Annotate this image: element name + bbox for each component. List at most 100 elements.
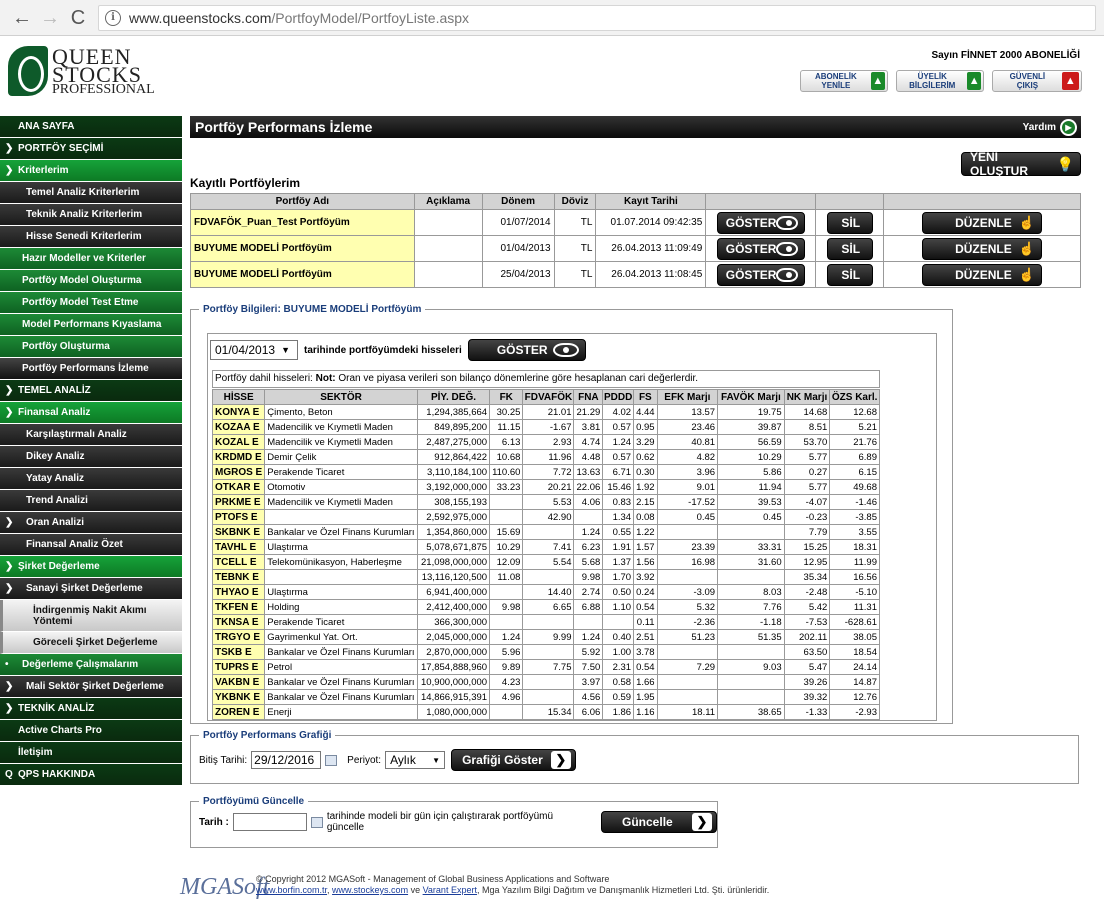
sidebar-item-17[interactable]: Trend Analizi	[0, 490, 182, 512]
stock-code[interactable]: TAVHL E	[211, 539, 266, 555]
sidebar-item-16[interactable]: Yatay Analiz	[0, 468, 182, 490]
sidebar-item-28[interactable]: İletişim	[0, 742, 182, 764]
metric-value: 16.56	[829, 569, 880, 585]
stock-code[interactable]: KOZAL E	[211, 434, 266, 450]
sidebar-item-13[interactable]: ❯ Finansal Analiz	[0, 402, 182, 424]
sidebar-item-8[interactable]: Portföy Model Test Etme	[0, 292, 182, 314]
show-portfolio-button[interactable]: GÖSTER	[716, 211, 805, 234]
holdings-date-select[interactable]: 01/04/2013 ▼	[210, 340, 298, 360]
address-bar[interactable]: i www.queenstocks.com/PortfoyModel/Portf…	[98, 4, 1096, 31]
show-portfolio-button[interactable]: GÖSTER	[716, 263, 805, 286]
sidebar-item-25[interactable]: ❯ Mali Sektör Şirket Değerleme	[0, 676, 182, 698]
sidebar-item-24[interactable]: • Değerleme Çalışmalarım	[0, 654, 182, 676]
sidebar-menu: ANA SAYFA ❯ PORTFÖY SEÇİMİ ❯ Kriterlerim Teme…	[0, 116, 182, 786]
edit-portfolio-button[interactable]: DÜZENLE ☝	[922, 263, 1043, 286]
info-icon[interactable]: i	[105, 9, 121, 26]
metric-value: 2,487,275,000	[416, 434, 491, 450]
stock-code[interactable]: TEBNK E	[211, 569, 266, 585]
stock-code[interactable]: TUPRS E	[211, 659, 266, 675]
sidebar-item-5[interactable]: Hisse Senedi Kriterlerim	[0, 226, 182, 248]
stock-code[interactable]: PTOFS E	[211, 509, 266, 525]
sidebar-item-11[interactable]: Portföy Performans İzleme	[0, 358, 182, 380]
help-button[interactable]: Yardım ▶	[1023, 118, 1081, 136]
sidebar-item-22[interactable]: İndirgenmiş Nakit Akımı Yöntemi	[0, 600, 182, 632]
membership-info-button[interactable]: ÜYELİK BİLGİLERİM ▲	[896, 70, 984, 92]
stock-code[interactable]: OTKAR E	[211, 479, 266, 495]
stock-code[interactable]: KRDMD E	[211, 449, 266, 465]
sidebar-item-0[interactable]: ANA SAYFA	[0, 116, 182, 138]
metric-value	[656, 569, 719, 585]
stockeys-link[interactable]: www.stockeys.com	[332, 885, 408, 895]
stock-code[interactable]: PRKME E	[211, 494, 266, 510]
show-chart-button[interactable]: Grafiği Göster ❯	[451, 749, 576, 771]
stock-code[interactable]: TKNSA E	[211, 614, 266, 630]
sidebar-item-23[interactable]: Göreceli Şirket Değerleme	[0, 632, 182, 654]
calendar-icon[interactable]	[325, 754, 338, 766]
sidebar-item-15[interactable]: Dikey Analiz	[0, 446, 182, 468]
delete-portfolio-button[interactable]: SİL	[826, 211, 873, 234]
queenstocks-logo[interactable]: QUEEN STOCKS PROFESSIONAL	[8, 44, 158, 100]
stock-code[interactable]: MGROS E	[211, 464, 266, 480]
sidebar-item-26[interactable]: ❯ TEKNİK ANALİZ	[0, 698, 182, 720]
sidebar-item-18[interactable]: ❯ Oran Analizi	[0, 512, 182, 534]
back-icon[interactable]: ←	[8, 8, 36, 28]
varant-expert-link[interactable]: Varant Expert	[423, 885, 477, 895]
stock-code[interactable]: TRGYO E	[211, 629, 266, 645]
period-value: Aylık	[390, 753, 416, 767]
stock-code[interactable]: TKFEN E	[211, 599, 266, 615]
sidebar-item-label: Hazır Modeller ve Kriterler	[22, 253, 146, 264]
sidebar-item-9[interactable]: Model Performans Kıyaslama	[0, 314, 182, 336]
stock-code[interactable]: SKBNK E	[211, 524, 266, 540]
delete-portfolio-button[interactable]: SİL	[826, 263, 873, 286]
metric-value: -1.46	[829, 494, 880, 510]
delete-portfolio-button[interactable]: SİL	[826, 237, 873, 260]
sidebar-item-4[interactable]: Teknik Analiz Kriterlerim	[0, 204, 182, 226]
show-holdings-button[interactable]: GÖSTER	[467, 339, 586, 361]
sidebar-item-19[interactable]: Finansal Analiz Özet	[0, 534, 182, 556]
renew-subscription-button[interactable]: ABONELİK YENİLE ▲	[800, 70, 888, 92]
footer-rest: , Mga Yazılım Bilgi Dağıtım ve Danışmanl…	[476, 885, 770, 895]
update-date-input[interactable]	[232, 813, 307, 831]
sidebar-item-20[interactable]: ❯ Şirket Değerleme	[0, 556, 182, 578]
stock-code[interactable]: TCELL E	[211, 554, 266, 570]
reload-icon[interactable]: C	[64, 8, 92, 28]
sidebar-item-12[interactable]: ❯ TEMEL ANALİZ	[0, 380, 182, 402]
sidebar-item-21[interactable]: ❯ Sanayi Şirket Değerleme	[0, 578, 182, 600]
stock-code[interactable]: TSKB E	[211, 644, 266, 660]
update-button[interactable]: Güncelle ❯	[601, 811, 717, 833]
calendar-icon[interactable]	[310, 816, 323, 828]
portfolio-name[interactable]: BUYUME MODELİ Portföyüm	[190, 235, 415, 262]
holding-row: TRGYO E Gayrimenkul Yat. Ort. 2,045,000,00…	[211, 629, 880, 645]
sidebar-item-1[interactable]: ❯ PORTFÖY SEÇİMİ	[0, 138, 182, 160]
metric-value: 8.51	[783, 419, 831, 435]
stock-code[interactable]: KOZAA E	[211, 419, 266, 435]
stock-code[interactable]: KONYA E	[211, 404, 266, 420]
portfolio-name[interactable]: FDVAFÖK_Puan_Test Portföyüm	[190, 209, 415, 236]
sidebar-item-6[interactable]: Hazır Modeller ve Kriterler	[0, 248, 182, 270]
sidebar-item-7[interactable]: Portföy Model Oluşturma	[0, 270, 182, 292]
sector: Petrol	[264, 659, 418, 675]
sidebar-item-14[interactable]: Karşılaştırmalı Analiz	[0, 424, 182, 446]
stock-code[interactable]: ZOREN E	[211, 704, 266, 720]
edit-portfolio-button[interactable]: DÜZENLE ☝	[922, 211, 1043, 234]
secure-logout-button[interactable]: GÜVENLİ ÇIKIŞ ▲	[992, 70, 1082, 92]
edit-portfolio-button[interactable]: DÜZENLE ☝	[922, 237, 1043, 260]
sidebar-item-10[interactable]: Portföy Oluşturma	[0, 336, 182, 358]
stock-code[interactable]: YKBNK E	[211, 689, 266, 705]
stock-code[interactable]: THYAO E	[211, 584, 266, 600]
sidebar-item-label: Portföy Oluşturma	[22, 341, 110, 352]
metric-value: 5.68	[573, 554, 604, 570]
metric-value: 1.91	[602, 539, 635, 555]
sidebar-item-3[interactable]: Temel Analiz Kriterlerim	[0, 182, 182, 204]
period-select[interactable]: Aylık ▼	[385, 751, 446, 769]
sidebar-item-29[interactable]: Q QPS HAKKINDA	[0, 764, 182, 786]
borfin-link[interactable]: www.borfin.com.tr	[256, 885, 327, 895]
forward-icon[interactable]: →	[36, 8, 64, 28]
end-date-input[interactable]: 29/12/2016	[251, 751, 322, 769]
new-portfolio-button[interactable]: YENİ OLUŞTUR 💡	[961, 150, 1081, 178]
show-portfolio-button[interactable]: GÖSTER	[716, 237, 805, 260]
sidebar-item-2[interactable]: ❯ Kriterlerim	[0, 160, 182, 182]
stock-code[interactable]: VAKBN E	[211, 674, 266, 690]
sidebar-item-27[interactable]: Active Charts Pro	[0, 720, 182, 742]
portfolio-name[interactable]: BUYUME MODELİ Portföyüm	[190, 261, 415, 288]
